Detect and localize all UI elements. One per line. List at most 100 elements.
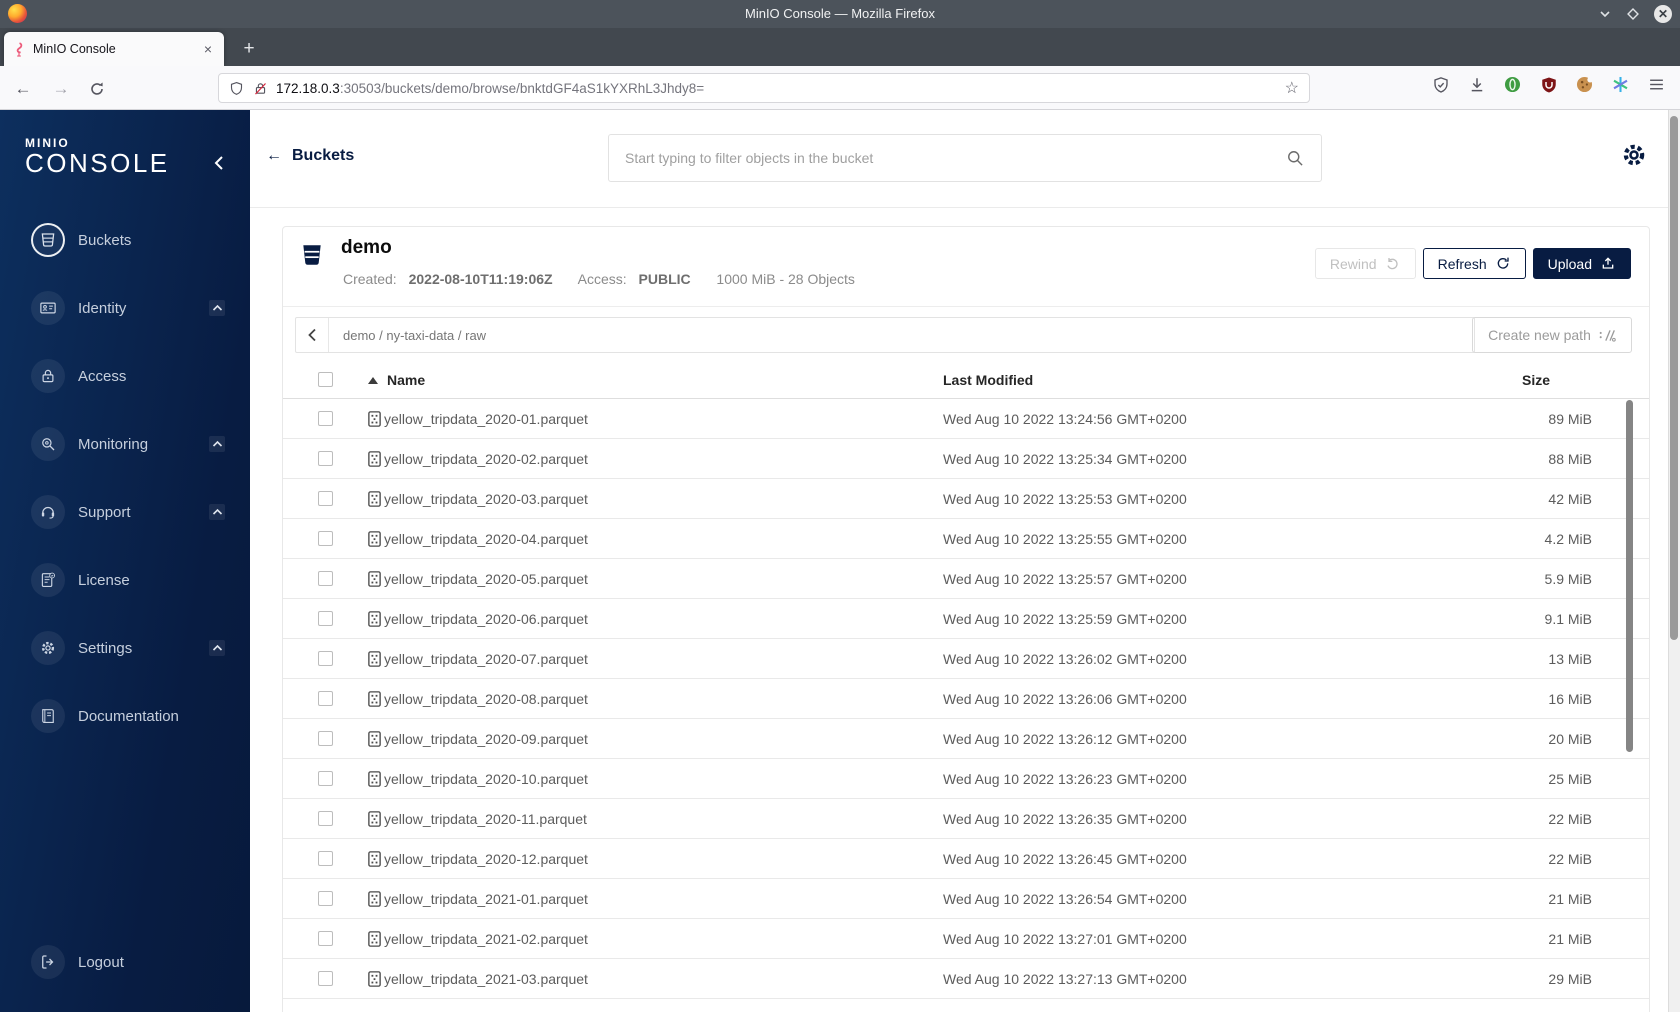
- window-close-icon[interactable]: ✕: [1654, 5, 1672, 23]
- row-checkbox[interactable]: [318, 611, 333, 626]
- table-row[interactable]: yellow_tripdata_2020-12.parquet Wed Aug 1…: [283, 839, 1649, 879]
- table-row[interactable]: yellow_tripdata_2020-07.parquet Wed Aug 1…: [283, 639, 1649, 679]
- chevron-up-icon[interactable]: [209, 300, 225, 316]
- object-file-icon: [367, 410, 382, 428]
- object-name[interactable]: yellow_tripdata_2020-05.parquet: [384, 571, 588, 587]
- object-name[interactable]: yellow_tripdata_2020-12.parquet: [384, 851, 588, 867]
- sidebar-item-identity[interactable]: Identity: [0, 291, 250, 325]
- chevron-up-icon[interactable]: [209, 504, 225, 520]
- object-name[interactable]: yellow_tripdata_2020-02.parquet: [384, 451, 588, 467]
- ublock-origin-icon[interactable]: [1539, 75, 1558, 94]
- row-checkbox[interactable]: [318, 891, 333, 906]
- search-input[interactable]: [625, 150, 1285, 166]
- browser-back-button[interactable]: ←: [10, 76, 36, 102]
- object-name[interactable]: yellow_tripdata_2020-10.parquet: [384, 771, 588, 787]
- green-extension-icon[interactable]: [1503, 75, 1522, 94]
- table-row[interactable]: yellow_tripdata_2020-10.parquet Wed Aug 1…: [283, 759, 1649, 799]
- shield-check-icon[interactable]: [1431, 75, 1450, 94]
- table-row[interactable]: yellow_tripdata_2020-04.parquet Wed Aug 1…: [283, 519, 1649, 559]
- table-row[interactable]: yellow_tripdata_2020-02.parquet Wed Aug 1…: [283, 439, 1649, 479]
- browser-tab-minio-console[interactable]: MinIO Console ×: [4, 32, 224, 66]
- object-name[interactable]: yellow_tripdata_2020-11.parquet: [384, 811, 587, 827]
- sidebar-item-monitoring[interactable]: Monitoring: [0, 427, 250, 461]
- table-row[interactable]: yellow_tripdata_2020-03.parquet Wed Aug 1…: [283, 479, 1649, 519]
- window-minimize-icon[interactable]: [1598, 7, 1612, 21]
- table-row[interactable]: yellow_tripdata_2020-05.parquet Wed Aug 1…: [283, 559, 1649, 599]
- object-name[interactable]: yellow_tripdata_2021-01.parquet: [384, 891, 588, 907]
- object-name[interactable]: yellow_tripdata_2020-06.parquet: [384, 611, 588, 627]
- object-size: 89 MiB: [1548, 411, 1592, 427]
- table-scrollbar-thumb[interactable]: [1626, 400, 1633, 752]
- row-checkbox[interactable]: [318, 571, 333, 586]
- object-name[interactable]: yellow_tripdata_2020-08.parquet: [384, 691, 588, 707]
- tab-close-icon[interactable]: ×: [200, 41, 216, 57]
- object-last-modified: Wed Aug 10 2022 13:25:55 GMT+0200: [943, 531, 1187, 547]
- table-row[interactable]: yellow_tripdata_2020-11.parquet Wed Aug 1…: [283, 799, 1649, 839]
- tracking-protection-shield-icon[interactable]: [229, 80, 244, 97]
- row-checkbox[interactable]: [318, 691, 333, 706]
- row-checkbox[interactable]: [318, 971, 333, 986]
- sidebar-item-documentation[interactable]: Documentation: [0, 699, 250, 733]
- sidebar-item-buckets[interactable]: Buckets: [0, 223, 250, 257]
- row-checkbox[interactable]: [318, 651, 333, 666]
- row-checkbox[interactable]: [318, 531, 333, 546]
- insecure-lock-icon[interactable]: [253, 80, 268, 97]
- upload-button[interactable]: Upload: [1532, 248, 1631, 279]
- select-all-checkbox[interactable]: [318, 372, 333, 387]
- row-checkbox[interactable]: [318, 411, 333, 426]
- object-name[interactable]: yellow_tripdata_2020-04.parquet: [384, 531, 588, 547]
- table-row[interactable]: yellow_tripdata_2021-01.parquet Wed Aug 1…: [283, 879, 1649, 919]
- row-checkbox[interactable]: [318, 731, 333, 746]
- sidebar-item-logout[interactable]: Logout: [0, 945, 250, 979]
- table-row[interactable]: yellow_tripdata_2020-09.parquet Wed Aug 1…: [283, 719, 1649, 759]
- sidebar-item-access[interactable]: Access: [0, 359, 250, 393]
- path-back-button[interactable]: [296, 318, 329, 352]
- back-to-buckets-button[interactable]: ← Buckets: [266, 147, 354, 165]
- row-checkbox[interactable]: [318, 771, 333, 786]
- window-maximize-icon[interactable]: [1626, 7, 1640, 21]
- row-checkbox[interactable]: [318, 931, 333, 946]
- menu-icon[interactable]: [1647, 75, 1666, 94]
- rewind-button[interactable]: Rewind: [1314, 248, 1416, 279]
- url-bar[interactable]: 172.18.0.3:30503/buckets/demo/browse/bnk…: [218, 73, 1310, 103]
- sidebar-collapse-icon[interactable]: [206, 150, 232, 176]
- table-row[interactable]: yellow_tripdata_2020-06.parquet Wed Aug 1…: [283, 599, 1649, 639]
- object-name[interactable]: yellow_tripdata_2021-02.parquet: [384, 931, 588, 947]
- upload-icon: [1600, 256, 1616, 272]
- row-checkbox[interactable]: [318, 811, 333, 826]
- breadcrumb[interactable]: demo / ny-taxi-data / raw: [343, 328, 486, 343]
- row-checkbox[interactable]: [318, 491, 333, 506]
- row-checkbox[interactable]: [318, 851, 333, 866]
- object-name[interactable]: yellow_tripdata_2020-09.parquet: [384, 731, 588, 747]
- refresh-button[interactable]: Refresh: [1422, 248, 1526, 279]
- sort-ascending-icon[interactable]: [368, 377, 378, 384]
- object-name[interactable]: yellow_tripdata_2021-03.parquet: [384, 971, 588, 987]
- create-new-path-button[interactable]: Create new path: [1472, 317, 1632, 353]
- table-row[interactable]: yellow_tripdata_2021-02.parquet Wed Aug 1…: [283, 919, 1649, 959]
- browser-reload-button[interactable]: [84, 76, 110, 102]
- column-header-name[interactable]: Name: [387, 372, 425, 388]
- row-checkbox[interactable]: [318, 451, 333, 466]
- sidebar-item-settings[interactable]: Settings: [0, 631, 250, 665]
- sidebar-item-license[interactable]: License: [0, 563, 250, 597]
- table-row[interactable]: yellow_tripdata_2021-03.parquet Wed Aug 1…: [283, 959, 1649, 999]
- new-tab-button[interactable]: +: [236, 36, 262, 62]
- sidebar-item-support[interactable]: Support: [0, 495, 250, 529]
- chevron-up-icon[interactable]: [209, 640, 225, 656]
- object-name[interactable]: yellow_tripdata_2020-03.parquet: [384, 491, 588, 507]
- bookmark-star-icon[interactable]: ☆: [1285, 78, 1299, 98]
- page-scrollbar-thumb[interactable]: [1670, 116, 1678, 640]
- table-row[interactable]: yellow_tripdata_2020-01.parquet Wed Aug 1…: [283, 399, 1649, 439]
- chevron-up-icon[interactable]: [209, 436, 225, 452]
- download-icon[interactable]: [1467, 75, 1486, 94]
- settings-gear-icon[interactable]: [1620, 141, 1648, 169]
- column-header-last-modified[interactable]: Last Modified: [943, 372, 1033, 388]
- column-header-size[interactable]: Size: [1522, 372, 1550, 388]
- table-row[interactable]: yellow_tripdata_2020-08.parquet Wed Aug 1…: [283, 679, 1649, 719]
- object-name[interactable]: yellow_tripdata_2020-01.parquet: [384, 411, 588, 427]
- cookie-icon[interactable]: [1575, 75, 1594, 94]
- container-asterisk-icon[interactable]: [1611, 75, 1630, 94]
- browser-forward-button[interactable]: →: [48, 76, 74, 102]
- object-file-icon: [367, 690, 382, 708]
- object-name[interactable]: yellow_tripdata_2020-07.parquet: [384, 651, 588, 667]
